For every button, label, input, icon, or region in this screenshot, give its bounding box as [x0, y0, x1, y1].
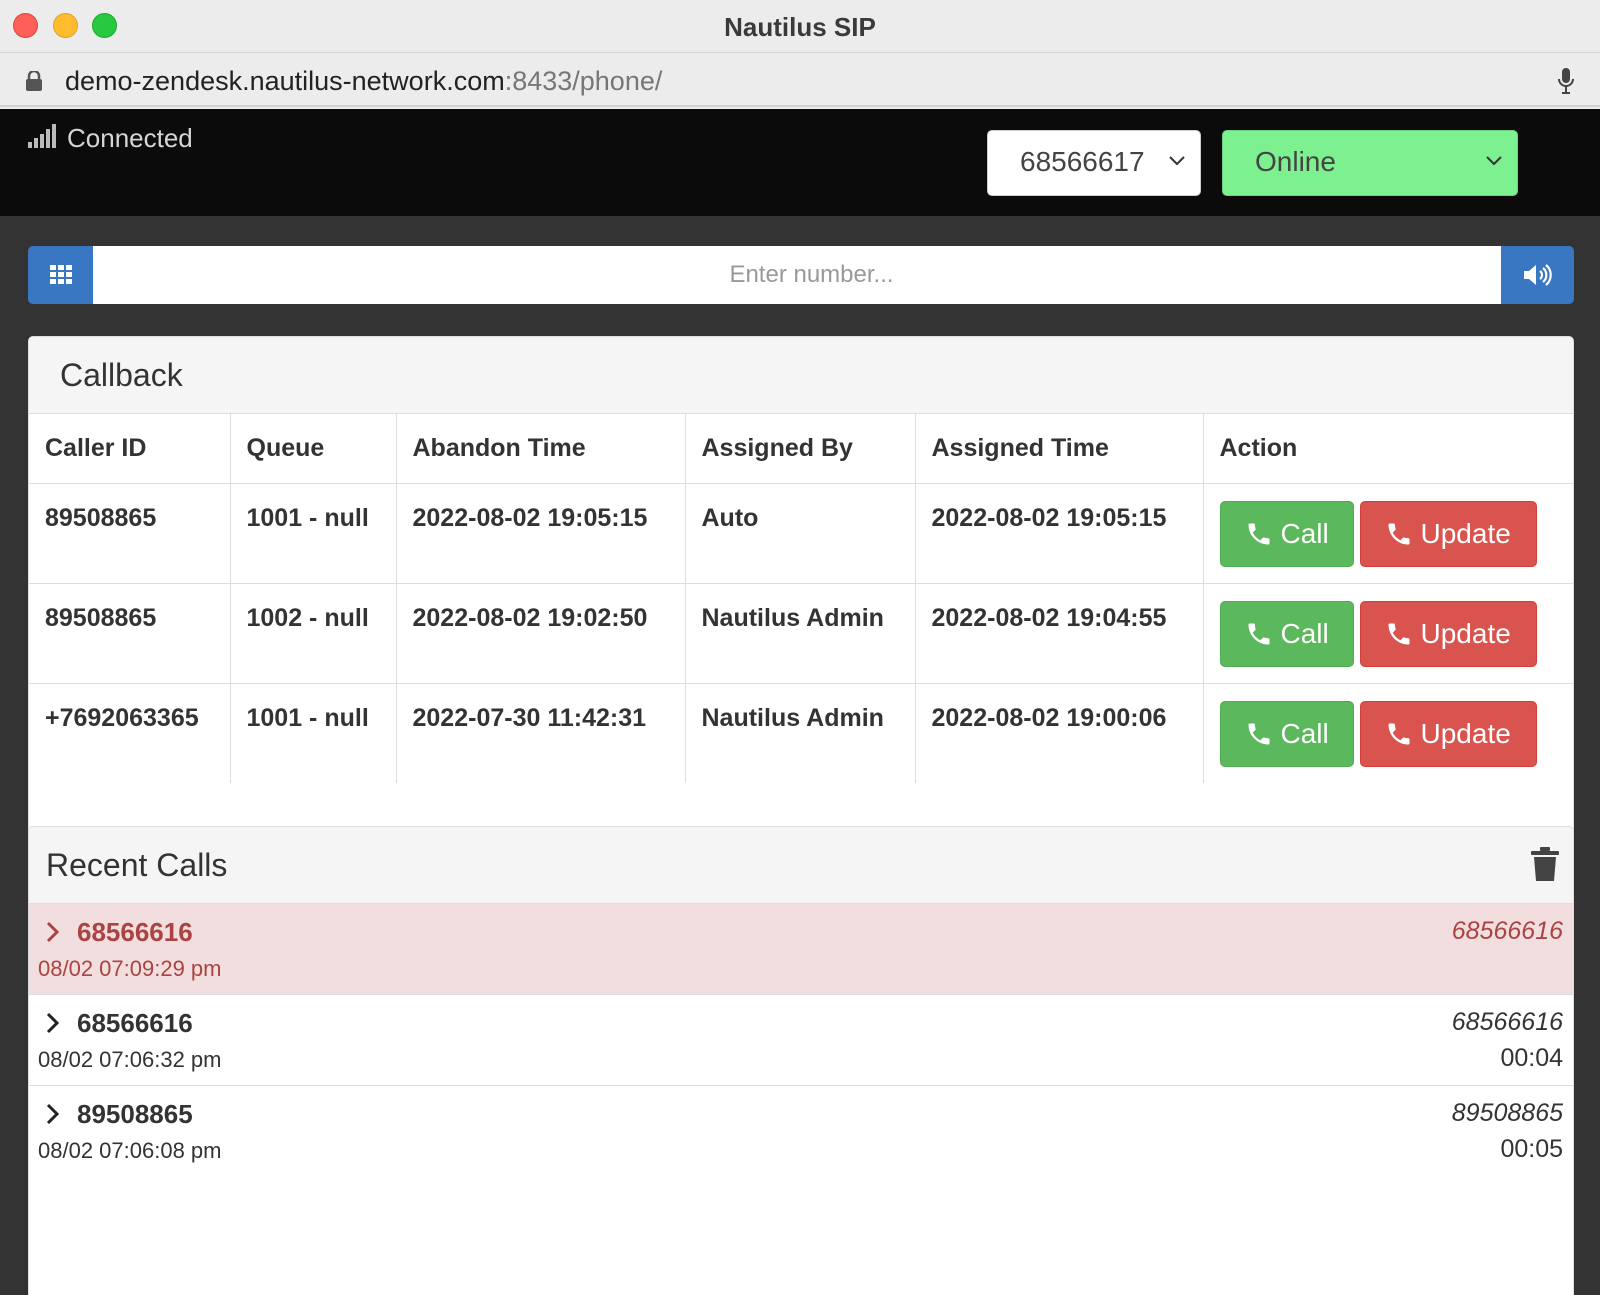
url-host: demo-zendesk.nautilus-network.com: [65, 66, 505, 96]
update-button-label: Update: [1420, 617, 1511, 649]
window-titlebar: Nautilus SIP: [0, 0, 1600, 53]
address-bar[interactable]: demo-zendesk.nautilus-network.com:8433/p…: [0, 53, 1600, 107]
assigned-by-cell: Nautilus Admin: [685, 583, 916, 684]
phone-icon: [1388, 723, 1409, 744]
callback-header: Callback: [29, 337, 1573, 414]
window-title: Nautilus SIP: [724, 12, 876, 42]
assigned-by-cell: Auto: [685, 483, 916, 584]
queue-cell: 1001 - null: [230, 483, 397, 584]
recent-calls-panel: Recent Calls 68566616 08/02 07:09:29 pm …: [28, 826, 1574, 1295]
list-item[interactable]: 89508865 08/02 07:06:08 pm 89508865 00:0…: [29, 1086, 1573, 1177]
call-time: 08/02 07:09:29 pm: [38, 956, 222, 981]
callback-header-row: Caller ID Queue Abandon Time Assigned By…: [29, 414, 1573, 484]
caller-id-cell: +7692063365: [29, 683, 231, 783]
call-number: 68566616: [77, 1008, 193, 1038]
queue-cell: 1001 - null: [230, 683, 397, 783]
callback-title: Callback: [60, 357, 183, 393]
column-header: Assigned By: [685, 414, 916, 484]
phone-app: Connected 68566617 Online Enter number..…: [0, 109, 1600, 1295]
call-time: 08/02 07:06:32 pm: [38, 1047, 222, 1072]
column-header: Assigned Time: [915, 414, 1204, 484]
action-cell: Call Update: [1203, 483, 1573, 584]
call-button[interactable]: Call: [1219, 600, 1354, 667]
signal-icon: [28, 124, 56, 148]
call-duration: 00:05: [1500, 1135, 1563, 1163]
callback-panel: Callback Caller ID Queue Abandon Time As…: [28, 336, 1574, 895]
column-header: Abandon Time: [396, 414, 686, 484]
lock-icon: [26, 71, 42, 91]
update-button[interactable]: Update: [1359, 500, 1537, 567]
chevron-right-icon: [46, 921, 60, 943]
phone-icon: [1248, 523, 1269, 544]
presence-select[interactable]: Online: [1222, 130, 1518, 196]
connection-status: Connected: [67, 123, 193, 153]
assigned-time-cell: 2022-08-02 19:04:55: [915, 583, 1204, 684]
abandon-time-cell: 2022-08-02 19:05:15: [396, 483, 686, 584]
dialpad-button[interactable]: [28, 246, 93, 304]
chevron-down-icon: [1169, 156, 1185, 166]
recent-calls-header: Recent Calls: [29, 827, 1573, 904]
volume-icon: [1524, 264, 1552, 286]
call-number: 68566616: [77, 917, 193, 947]
action-cell: Call Update: [1203, 683, 1573, 783]
table-row: 89508865 1002 - null 2022-08-02 19:02:50…: [29, 583, 1573, 684]
call-duration: 00:04: [1500, 1044, 1563, 1072]
table-row: 89508865 1001 - null 2022-08-02 19:05:15…: [29, 483, 1573, 584]
chevron-right-icon: [46, 1103, 60, 1125]
chevron-right-icon: [46, 1012, 60, 1034]
update-button-label: Update: [1420, 717, 1511, 749]
column-header: Action: [1203, 414, 1573, 484]
extension-select[interactable]: 68566617: [987, 130, 1201, 196]
recent-calls-title: Recent Calls: [46, 847, 228, 883]
action-cell: Call Update: [1203, 583, 1573, 684]
call-time: 08/02 07:06:08 pm: [38, 1138, 222, 1163]
queue-cell: 1002 - null: [230, 583, 397, 684]
number-input[interactable]: [93, 246, 1530, 304]
update-button-label: Update: [1420, 517, 1511, 549]
call-button-label: Call: [1280, 617, 1329, 649]
call-button-label: Call: [1280, 717, 1329, 749]
phone-icon: [1388, 623, 1409, 644]
trash-icon[interactable]: [1531, 847, 1559, 881]
url-path: :8433/phone/: [504, 66, 663, 96]
assigned-time-cell: 2022-08-02 19:00:06: [915, 683, 1204, 783]
call-party: 89508865: [1451, 1099, 1563, 1127]
extension-value: 68566617: [1020, 146, 1145, 177]
table-row: +7692063365 1001 - null 2022-07-30 11:42…: [29, 683, 1573, 783]
dial-row: [28, 246, 1574, 304]
call-button[interactable]: Call: [1219, 700, 1354, 767]
status-bar: Connected 68566617 Online: [0, 109, 1600, 216]
call-party: 68566616: [1451, 1008, 1563, 1036]
callback-table: Caller ID Queue Abandon Time Assigned By…: [29, 414, 1573, 783]
microphone-icon[interactable]: [1557, 67, 1575, 95]
phone-icon: [1248, 623, 1269, 644]
update-button[interactable]: Update: [1359, 600, 1537, 667]
list-item[interactable]: 68566616 08/02 07:09:29 pm 68566616: [29, 904, 1573, 995]
caller-id-cell: 89508865: [29, 583, 231, 684]
column-header: Queue: [230, 414, 397, 484]
update-button[interactable]: Update: [1359, 700, 1537, 767]
url-text[interactable]: demo-zendesk.nautilus-network.com:8433/p…: [65, 66, 662, 97]
abandon-time-cell: 2022-07-30 11:42:31: [396, 683, 686, 783]
phone-icon: [1248, 723, 1269, 744]
caller-id-cell: 89508865: [29, 483, 231, 584]
assigned-by-cell: Nautilus Admin: [685, 683, 916, 783]
assigned-time-cell: 2022-08-02 19:05:15: [915, 483, 1204, 584]
dialpad-icon: [50, 265, 72, 284]
column-header: Caller ID: [29, 414, 231, 484]
abandon-time-cell: 2022-08-02 19:02:50: [396, 583, 686, 684]
volume-button[interactable]: [1501, 246, 1574, 304]
call-button[interactable]: Call: [1219, 500, 1354, 567]
list-item[interactable]: 68566616 08/02 07:06:32 pm 68566616 00:0…: [29, 995, 1573, 1086]
call-number: 89508865: [77, 1099, 193, 1129]
presence-value: Online: [1255, 146, 1336, 177]
call-button-label: Call: [1280, 517, 1329, 549]
phone-icon: [1388, 523, 1409, 544]
call-party: 68566616: [1451, 917, 1563, 945]
chevron-down-icon: [1486, 156, 1502, 166]
